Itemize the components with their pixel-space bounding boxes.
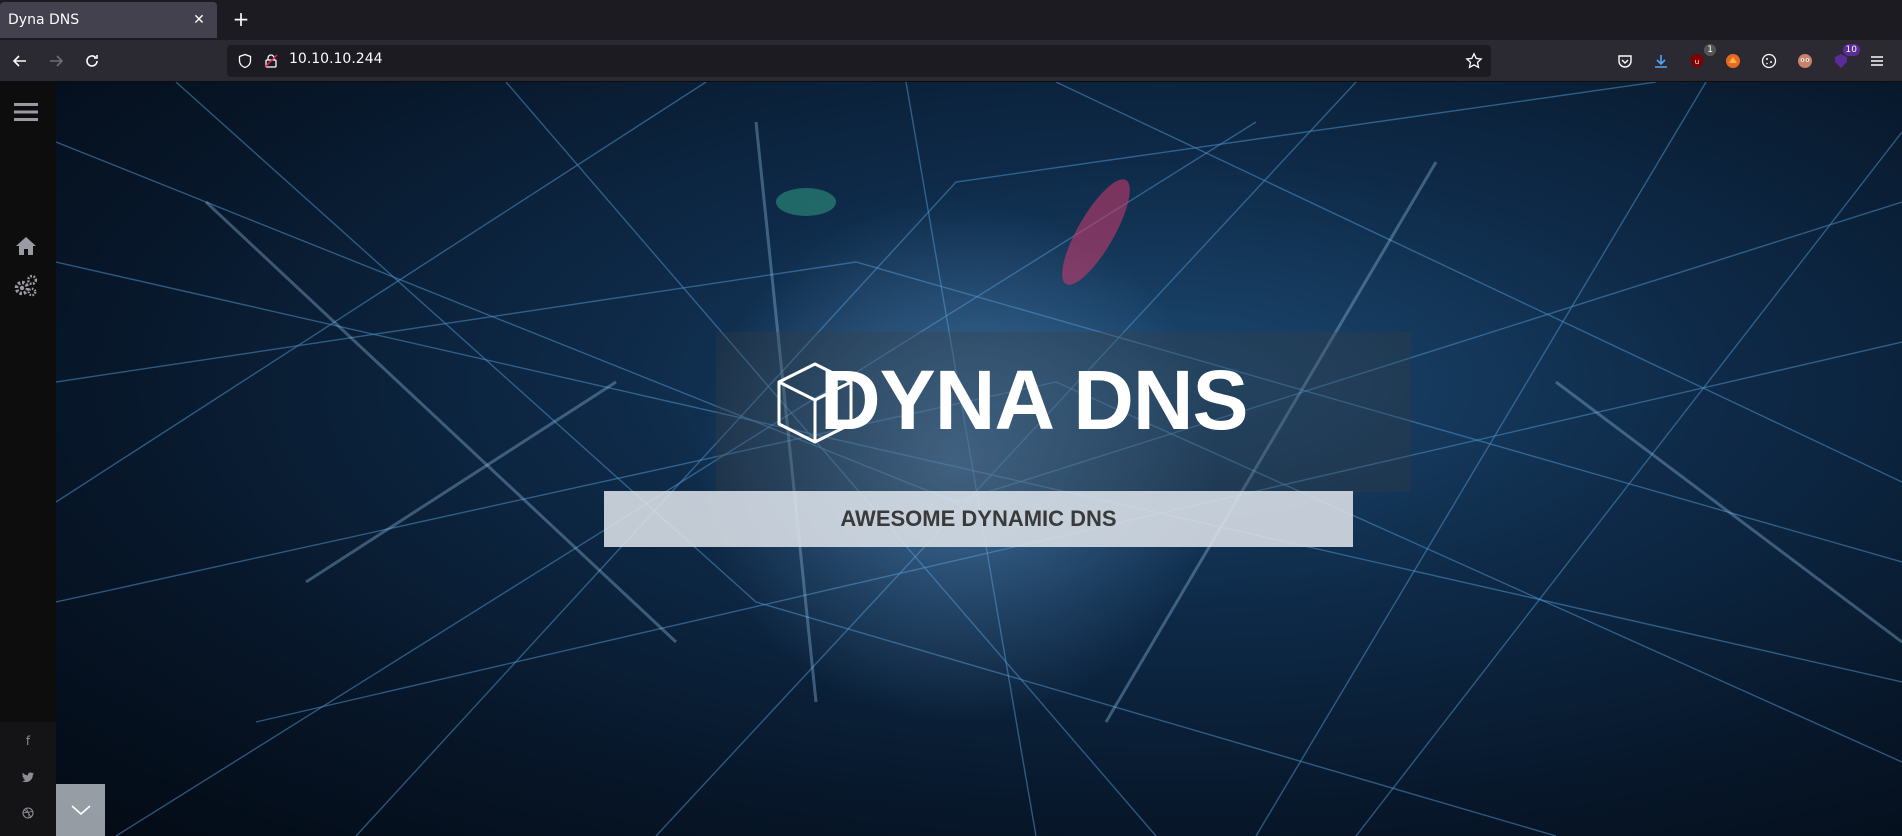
new-tab-button[interactable]: + [228,6,254,32]
bookmark-star-icon[interactable] [1465,52,1483,74]
address-bar[interactable]: 10.10.10.244 [227,45,1491,77]
dribbble-icon[interactable] [19,804,37,822]
insecure-lock-icon[interactable] [263,53,279,73]
facebook-icon[interactable]: f [19,732,37,750]
page-viewport: f DYNA DNS AWESOME DYNAMIC DNS [0,82,1902,836]
facebook-label: f [25,734,31,748]
foxyproxy-icon[interactable] [1722,50,1744,72]
forward-button[interactable] [44,49,68,73]
back-button[interactable] [8,49,32,73]
extension-badge: 10 [1842,44,1860,56]
social-links: f [0,722,56,836]
page-title: DYNA DNS [820,353,1249,447]
ublock-icon[interactable]: u 1 [1686,44,1716,72]
extension-purple-icon[interactable]: 10 [1830,44,1860,72]
reload-icon [86,55,98,67]
menu-icon[interactable] [10,96,42,128]
downloads-icon[interactable] [1650,50,1672,72]
ublock-badge: 1 [1704,44,1716,56]
tab-close-icon[interactable]: ✕ [189,12,209,28]
profile-icon[interactable] [1794,50,1816,72]
settings-icon[interactable] [10,270,42,302]
forward-arrow-icon [50,55,64,67]
scroll-down-button[interactable] [56,784,105,836]
pocket-icon[interactable] [1614,50,1636,72]
sidebar: f [0,82,56,836]
reload-button[interactable] [80,49,104,73]
twitter-icon[interactable] [19,768,37,786]
svg-text:u: u [1695,58,1699,66]
app-menu-icon[interactable] [1866,50,1888,72]
tab-title: Dyna DNS [8,12,80,28]
shield-icon[interactable] [237,53,253,73]
page-subtitle: AWESOME DYNAMIC DNS [840,506,1117,531]
subtitle-banner: AWESOME DYNAMIC DNS [604,491,1353,547]
cookie-icon[interactable] [1758,50,1780,72]
browser-nav-bar: 10.10.10.244 u 1 10 [0,40,1902,82]
url-text: 10.10.10.244 [289,51,383,67]
back-arrow-icon [12,55,26,67]
browser-tab[interactable]: Dyna DNS ✕ [0,2,217,38]
browser-tab-bar: Dyna DNS ✕ + [0,0,1902,40]
hero-section: DYNA DNS AWESOME DYNAMIC DNS [56,82,1902,836]
home-icon[interactable] [10,230,42,262]
chevron-down-icon [70,805,91,816]
